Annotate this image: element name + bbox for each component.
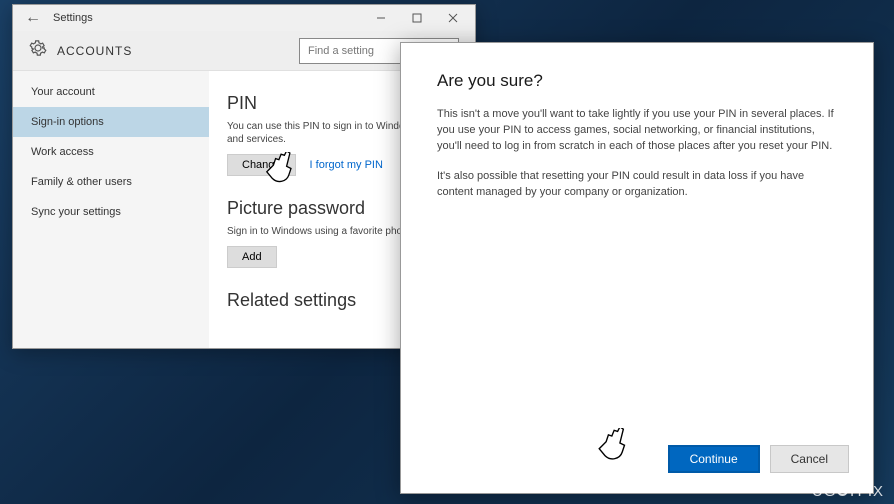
forgot-pin-link[interactable]: I forgot my PIN [310, 159, 383, 171]
search-placeholder: Find a setting [308, 45, 374, 57]
change-pin-button[interactable]: Change [227, 154, 296, 176]
sidebar-item-family-users[interactable]: Family & other users [13, 167, 209, 197]
back-button[interactable]: ← [17, 9, 49, 27]
accounts-header: ACCOUNTS [57, 44, 132, 58]
dialog-paragraph-1: This isn't a move you'll want to take li… [437, 107, 837, 155]
close-button[interactable] [435, 5, 471, 31]
confirm-dialog: Are you sure? This isn't a move you'll w… [400, 42, 874, 494]
continue-button[interactable]: Continue [668, 445, 760, 473]
maximize-button[interactable] [399, 5, 435, 31]
gear-icon [29, 39, 47, 62]
titlebar: ← Settings [13, 5, 475, 31]
minimize-button[interactable] [363, 5, 399, 31]
dialog-paragraph-2: It's also possible that resetting your P… [437, 169, 837, 201]
sidebar-item-work-access[interactable]: Work access [13, 137, 209, 167]
sidebar-item-signin-options[interactable]: Sign-in options [13, 107, 209, 137]
dialog-title: Are you sure? [437, 71, 837, 91]
watermark: UGTFIX [812, 483, 884, 500]
dialog-buttons: Continue Cancel [401, 429, 873, 493]
window-controls [363, 5, 471, 31]
sidebar: Your account Sign-in options Work access… [13, 71, 209, 348]
add-picture-password-button[interactable]: Add [227, 246, 277, 268]
dialog-content: Are you sure? This isn't a move you'll w… [401, 43, 873, 429]
window-title: Settings [53, 12, 93, 24]
sidebar-item-your-account[interactable]: Your account [13, 77, 209, 107]
cancel-button[interactable]: Cancel [770, 445, 849, 473]
sidebar-item-sync-settings[interactable]: Sync your settings [13, 197, 209, 227]
